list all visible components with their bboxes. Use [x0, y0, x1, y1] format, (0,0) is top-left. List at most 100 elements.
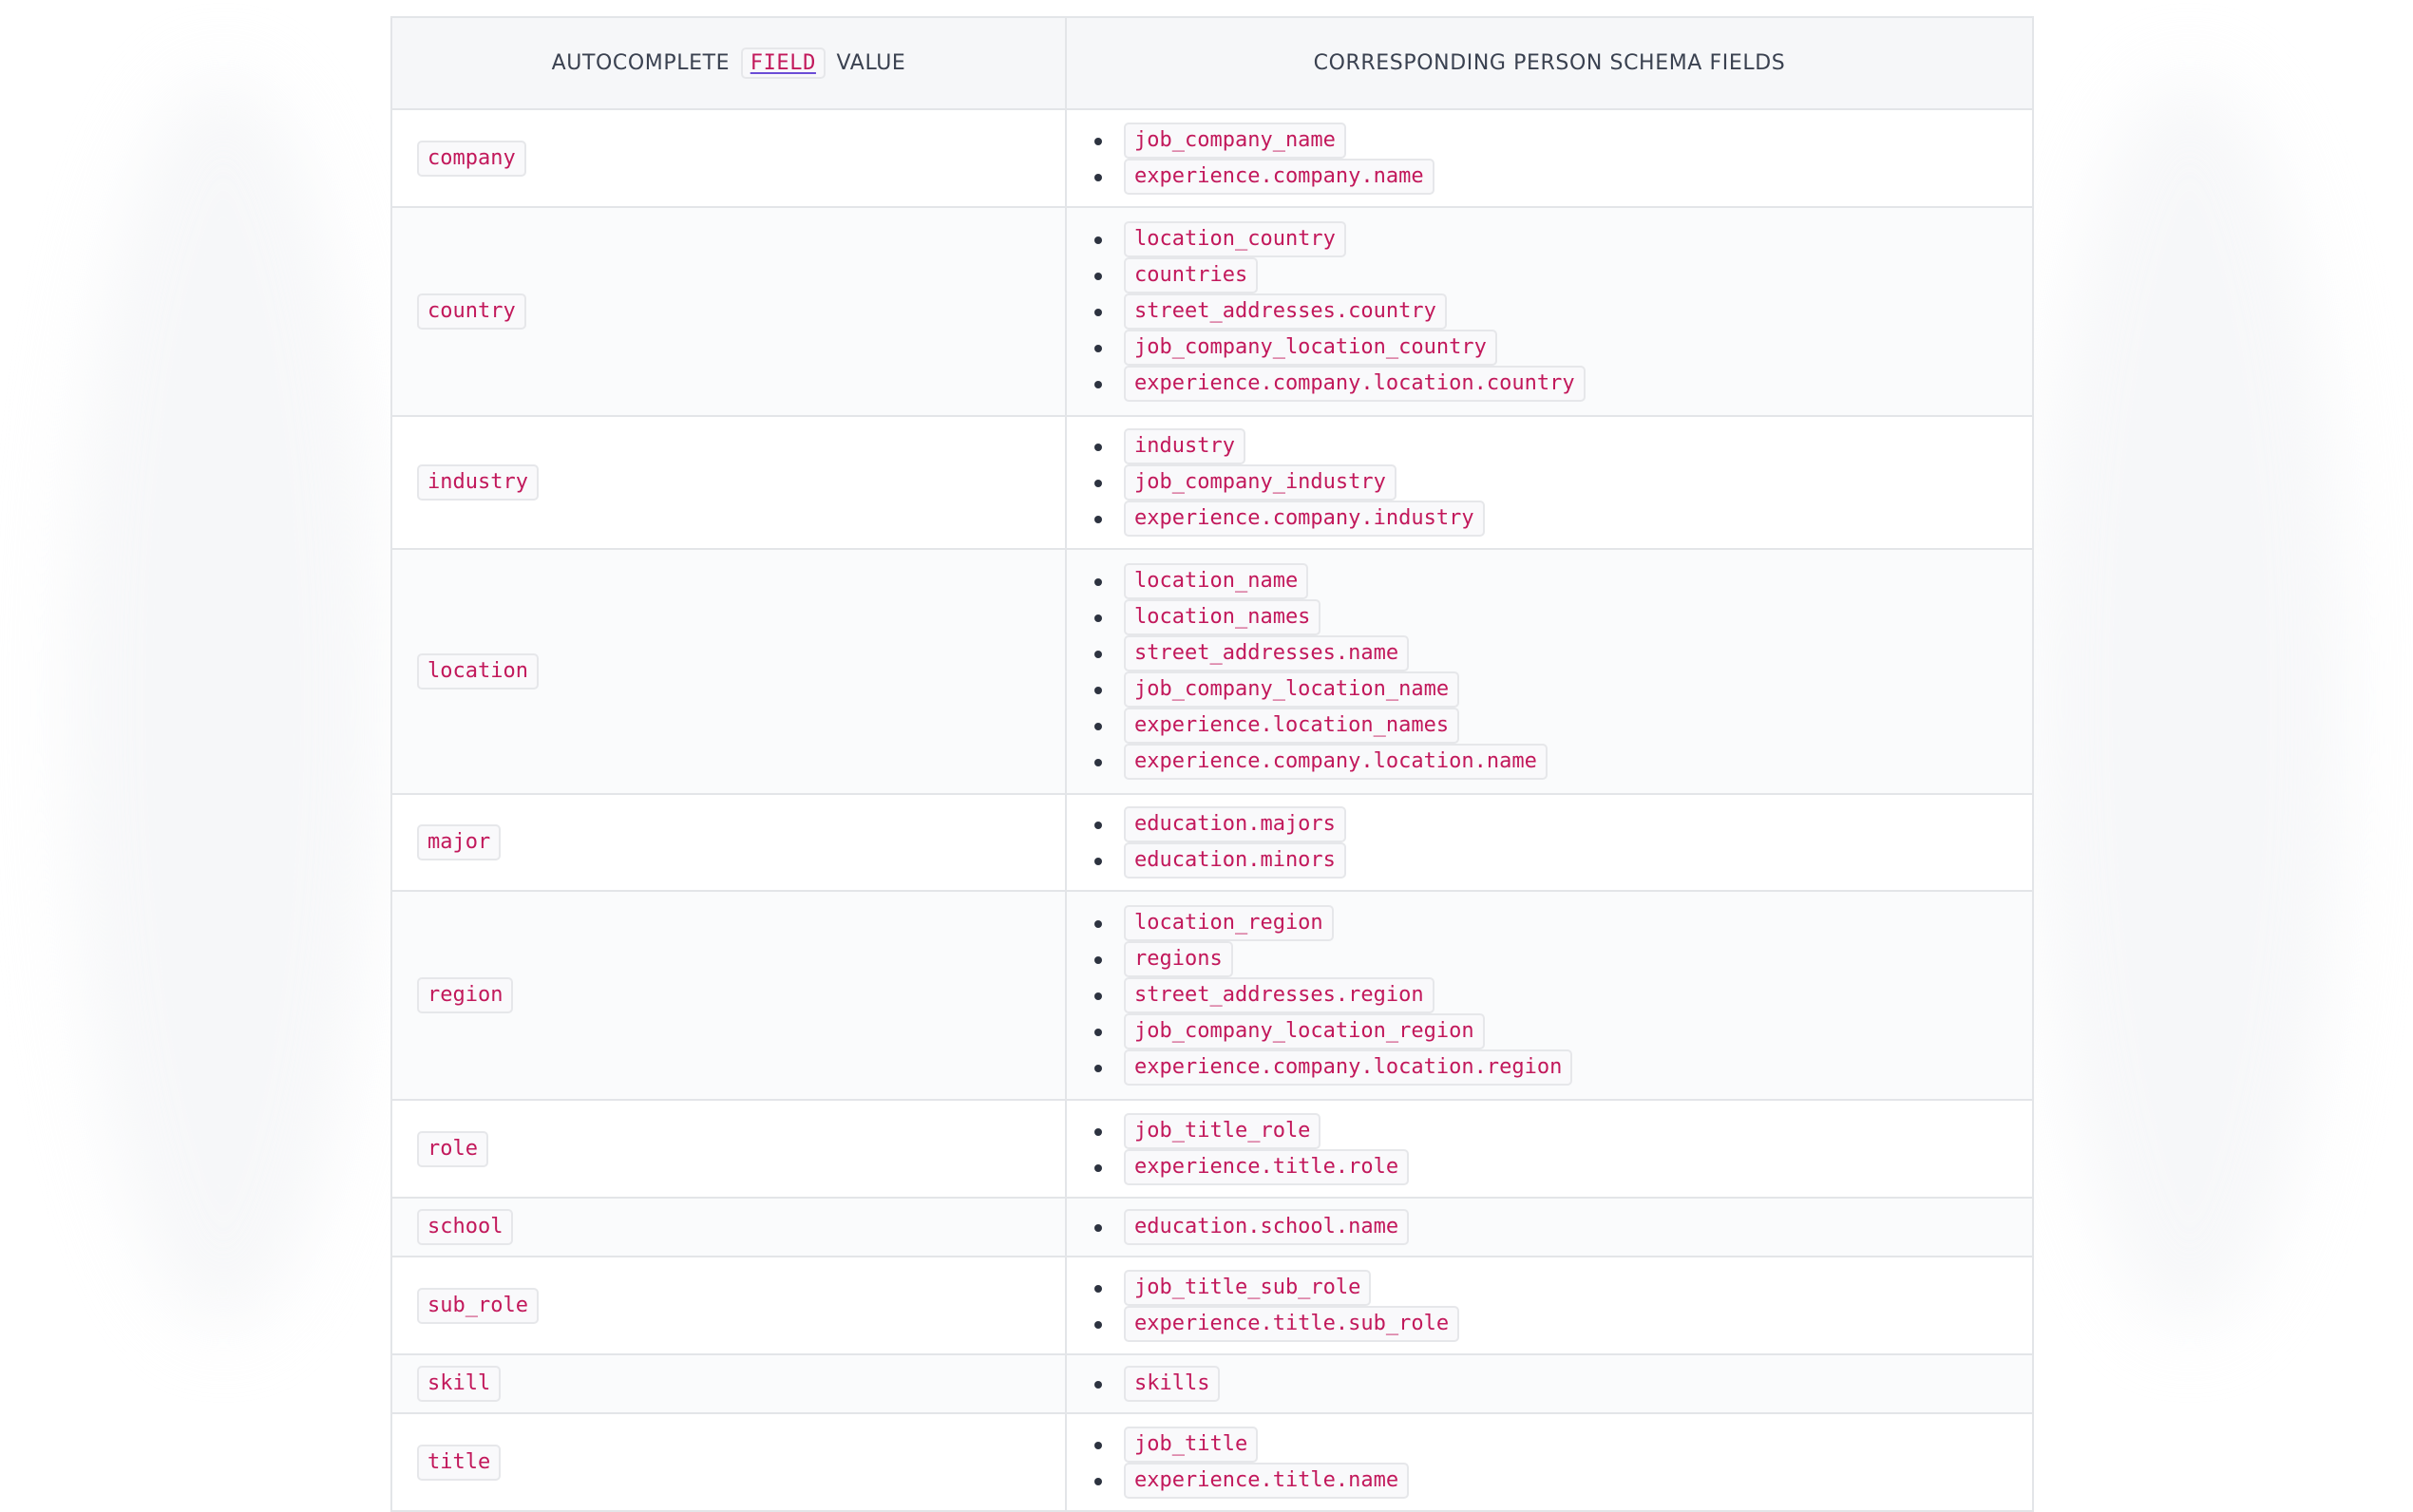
- list-item: education.majors: [1092, 806, 2032, 842]
- schema-field-code: education.majors: [1124, 806, 1346, 842]
- autocomplete-value-cell: region: [390, 890, 1067, 1101]
- list-item: regions: [1092, 941, 2032, 977]
- list-item: job_company_location_region: [1092, 1013, 2032, 1049]
- schema-field-code: education.school.name: [1124, 1209, 1410, 1245]
- list-item: countries: [1092, 257, 2032, 293]
- autocomplete-value-cell: sub_role: [390, 1256, 1067, 1355]
- schema-fields-list: job_company_name experience.company.name: [1092, 122, 2032, 195]
- list-item: street_addresses.region: [1092, 977, 2032, 1013]
- list-item: education.school.name: [1092, 1209, 2032, 1245]
- schema-fields-list: job_title experience.title.name: [1092, 1426, 2032, 1499]
- list-item: experience.location_names: [1092, 708, 2032, 744]
- list-item: location_region: [1092, 905, 2032, 941]
- list-item: location_name: [1092, 563, 2032, 599]
- schema-field-code: experience.company.name: [1124, 158, 1434, 195]
- background-blob-right: [2033, 76, 2346, 1330]
- schema-fields-list: education.majors education.minors: [1092, 806, 2032, 879]
- autocomplete-value-cell: industry: [390, 415, 1067, 550]
- schema-fields-cell: skills: [1065, 1353, 2034, 1414]
- autocomplete-value-code: major: [417, 824, 502, 860]
- schema-field-code: experience.location_names: [1124, 708, 1460, 744]
- list-item: location_country: [1092, 221, 2032, 257]
- autocomplete-value-code: country: [417, 293, 526, 330]
- autocomplete-value-cell: country: [390, 206, 1067, 417]
- schema-fields-list: job_title_sub_role experience.title.sub_r…: [1092, 1269, 2032, 1342]
- autocomplete-value-code: region: [417, 977, 514, 1013]
- schema-fields-cell: job_company_name experience.company.name: [1065, 108, 2034, 208]
- autocomplete-value-cell: role: [390, 1099, 1067, 1199]
- schema-fields-list: job_title_role experience.title.role: [1092, 1112, 2032, 1185]
- schema-field-code: job_company_industry: [1124, 464, 1396, 501]
- background-blob-left: [66, 76, 380, 1330]
- list-item: street_addresses.country: [1092, 293, 2032, 330]
- schema-fields-list: location_region regions street_addresses.r…: [1092, 905, 2032, 1086]
- list-item: experience.company.location.name: [1092, 744, 2032, 780]
- schema-field-code: experience.title.sub_role: [1124, 1305, 1460, 1342]
- list-item: experience.title.sub_role: [1092, 1305, 2032, 1342]
- autocomplete-value-cell: title: [390, 1412, 1067, 1512]
- list-item: education.minors: [1092, 842, 2032, 879]
- table-row: industry industry job_company_industry expe…: [390, 415, 2034, 550]
- schema-field-code: experience.title.role: [1124, 1148, 1410, 1185]
- list-item: job_title_sub_role: [1092, 1269, 2032, 1306]
- schema-field-code: experience.company.location.country: [1124, 366, 1586, 402]
- header-autocomplete-field-value: AUTOCOMPLETE FIELD VALUE: [390, 16, 1067, 110]
- table-row: country location_country countries street_a…: [390, 206, 2034, 417]
- schema-fields-cell: location_country countries street_addresse…: [1065, 206, 2034, 417]
- list-item: experience.title.role: [1092, 1148, 2032, 1185]
- schema-fields-cell: industry job_company_industry experience.c…: [1065, 415, 2034, 550]
- schema-fields-list: skills: [1092, 1366, 2032, 1402]
- schema-field-code: education.minors: [1124, 842, 1346, 879]
- list-item: experience.title.name: [1092, 1462, 2032, 1499]
- list-item: job_title_role: [1092, 1112, 2032, 1149]
- schema-field-code: street_addresses.region: [1124, 977, 1434, 1013]
- schema-fields-cell: location_region regions street_addresses.r…: [1065, 890, 2034, 1101]
- schema-fields-list: location_name location_names street_addres…: [1092, 563, 2032, 780]
- schema-field-code: experience.title.name: [1124, 1462, 1410, 1499]
- schema-field-code: skills: [1124, 1366, 1221, 1402]
- header-prefix: AUTOCOMPLETE: [551, 51, 731, 75]
- table-row: location location_name location_names stree…: [390, 548, 2034, 795]
- list-item: experience.company.location.country: [1092, 366, 2032, 402]
- schema-field-code: job_title_sub_role: [1124, 1269, 1372, 1306]
- list-item: experience.company.name: [1092, 158, 2032, 195]
- autocomplete-value-code: company: [417, 140, 526, 177]
- schema-field-code: industry: [1124, 428, 1245, 464]
- schema-field-code: location_names: [1124, 599, 1321, 635]
- autocomplete-value-code: industry: [417, 464, 539, 501]
- table-row: company job_company_name experience.compan…: [390, 108, 2034, 208]
- autocomplete-value-code: school: [417, 1209, 514, 1245]
- schema-fields-cell: job_title_role experience.title.role: [1065, 1099, 2034, 1199]
- table-row: school education.school.name: [390, 1197, 2034, 1257]
- autocomplete-value-cell: skill: [390, 1353, 1067, 1414]
- schema-field-code: countries: [1124, 257, 1259, 293]
- table-row: region location_region regions street_addre…: [390, 890, 2034, 1101]
- schema-fields-cell: education.majors education.minors: [1065, 793, 2034, 892]
- schema-field-code: job_company_name: [1124, 122, 1346, 159]
- schema-field-code: location_region: [1124, 905, 1334, 941]
- schema-field-code: location_country: [1124, 221, 1346, 257]
- schema-field-code: job_company_location_name: [1124, 671, 1460, 708]
- autocomplete-value-code: sub_role: [417, 1287, 539, 1324]
- field-parameter-link[interactable]: FIELD: [740, 47, 826, 79]
- autocomplete-value-cell: company: [390, 108, 1067, 208]
- schema-fields-list: location_country countries street_addresse…: [1092, 221, 2032, 402]
- header-suffix: VALUE: [836, 51, 906, 75]
- autocomplete-field-mapping-table: AUTOCOMPLETE FIELD VALUE CORRESPONDING P…: [390, 16, 2034, 1512]
- table-header: AUTOCOMPLETE FIELD VALUE CORRESPONDING P…: [390, 16, 2034, 110]
- table-row: sub_role job_title_sub_role experience.tit…: [390, 1256, 2034, 1355]
- schema-fields-list: education.school.name: [1092, 1209, 2032, 1245]
- schema-field-code: experience.company.location.name: [1124, 744, 1548, 780]
- autocomplete-value-cell: location: [390, 548, 1067, 795]
- schema-field-code: regions: [1124, 941, 1233, 977]
- schema-fields-list: industry job_company_industry experience.c…: [1092, 428, 2032, 537]
- schema-fields-cell: education.school.name: [1065, 1197, 2034, 1257]
- schema-field-code: location_name: [1124, 563, 1309, 599]
- autocomplete-value-code: title: [417, 1444, 502, 1481]
- list-item: job_title: [1092, 1426, 2032, 1463]
- schema-field-code: experience.company.location.region: [1124, 1049, 1573, 1086]
- schema-field-code: job_title: [1124, 1426, 1259, 1463]
- schema-field-code: job_company_location_region: [1124, 1013, 1485, 1049]
- list-item: experience.company.location.region: [1092, 1049, 2032, 1086]
- list-item: job_company_location_country: [1092, 330, 2032, 366]
